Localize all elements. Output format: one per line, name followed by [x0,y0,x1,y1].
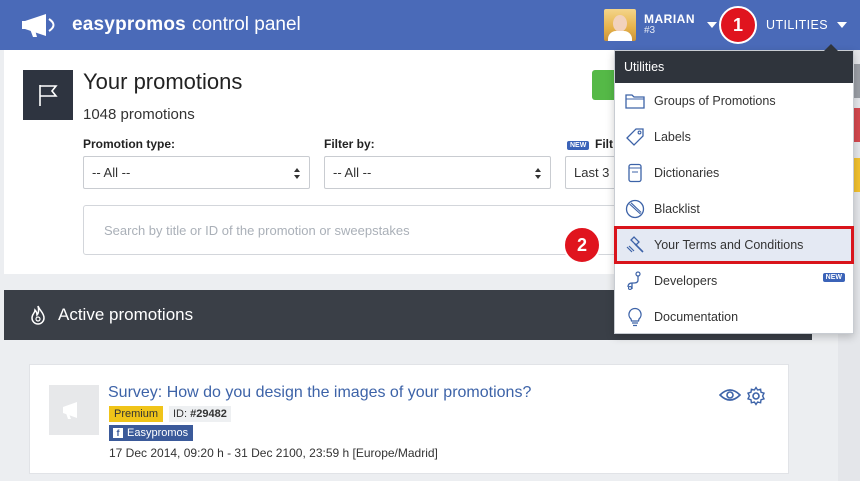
gavel-icon [626,236,644,253]
promotion-list: Survey: How do you design the images of … [4,340,812,481]
new-badge: NEW [822,273,845,282]
utilities-dropdown: Utilities Groups of Promotions Labels Di… [614,44,854,335]
new-badge: NEW [567,141,590,150]
promotion-type-select[interactable]: -- All -- [83,156,310,189]
utilities-button[interactable]: UTILITIES [758,0,855,50]
id-label: ID: [173,408,188,420]
menu-item-label: Labels [654,130,691,144]
brand-subtitle: control panel [191,14,301,35]
filter-label-type: Promotion type: [83,137,175,151]
chevron-down-icon [836,22,847,28]
step-1-marker: 1 [719,6,757,44]
menu-item-blacklist[interactable]: Blacklist [615,191,853,227]
promotion-thumbnail [49,385,99,435]
menu-item-labels[interactable]: Labels [615,119,853,155]
folder-icon [625,94,645,109]
step-2-marker: 2 [563,226,601,264]
select-arrows-icon [535,168,542,179]
menu-item-terms-and-conditions[interactable]: Your Terms and Conditions [614,226,854,264]
promotion-dates: 17 Dec 2014, 09:20 h - 31 Dec 2100, 23:5… [109,446,438,460]
menu-item-label: Your Terms and Conditions [654,238,804,252]
promotion-title-link[interactable]: Survey: How do you design the images of … [108,384,531,402]
menu-item-label: Developers [654,274,718,288]
page-title: Your promotions [83,69,243,94]
megaphone-logo-icon [22,14,55,37]
developer-icon [627,271,641,291]
chevron-down-icon [707,22,717,28]
filter-label-by: Filter by: [324,137,375,151]
menu-item-label: Groups of Promotions [654,94,776,108]
brand-name: easypromos [72,14,186,35]
flag-icon [23,70,73,120]
menu-item-groups-of-promotions[interactable]: Groups of Promotions [615,83,853,119]
filter-label-date: Filt [595,137,613,151]
menu-item-label: Documentation [654,310,739,324]
facebook-icon: f [113,428,123,438]
book-icon [628,163,642,183]
gear-icon[interactable] [746,386,766,406]
network-tag: f Easypromos [109,425,194,441]
list-item: Survey: How do you design the images of … [29,364,789,474]
search-input[interactable]: Search by title or ID of the promotion o… [83,205,623,255]
active-promotions-title: Active promotions [58,305,194,324]
select-value: -- All -- [92,165,131,180]
menu-item-label: Dictionaries [654,166,720,180]
select-arrows-icon [294,168,301,179]
menu-item-dictionaries[interactable]: Dictionaries [615,155,853,191]
promotion-id: ID: #29482 [169,406,231,422]
menu-item-label: Blacklist [654,202,700,216]
lightbulb-icon [628,307,642,327]
eye-icon[interactable] [719,387,741,403]
filter-by-select[interactable]: -- All -- [324,156,551,189]
select-value: -- All -- [333,165,372,180]
select-value: Last 3 [574,165,610,180]
network-name: Easypromos [127,427,189,439]
menu-item-documentation[interactable]: Documentation [615,299,853,335]
utilities-label: UTILITIES [766,18,828,32]
fire-icon [31,305,45,325]
megaphone-icon [63,402,77,419]
menu-item-developers[interactable]: Developers NEW [615,263,853,299]
avatar [604,9,636,41]
user-name: MARIAN [644,12,695,26]
user-menu[interactable]: MARIAN #3 [604,9,717,41]
id-value: #29482 [190,408,227,420]
plan-badge: Premium [109,406,164,422]
promotions-count: 1048 promotions [83,106,195,123]
user-id: #3 [644,25,656,36]
dropdown-heading: Utilities [615,51,853,83]
brand[interactable]: easypromos control panel [22,10,301,40]
ban-icon [625,199,645,219]
tag-icon [626,128,644,146]
